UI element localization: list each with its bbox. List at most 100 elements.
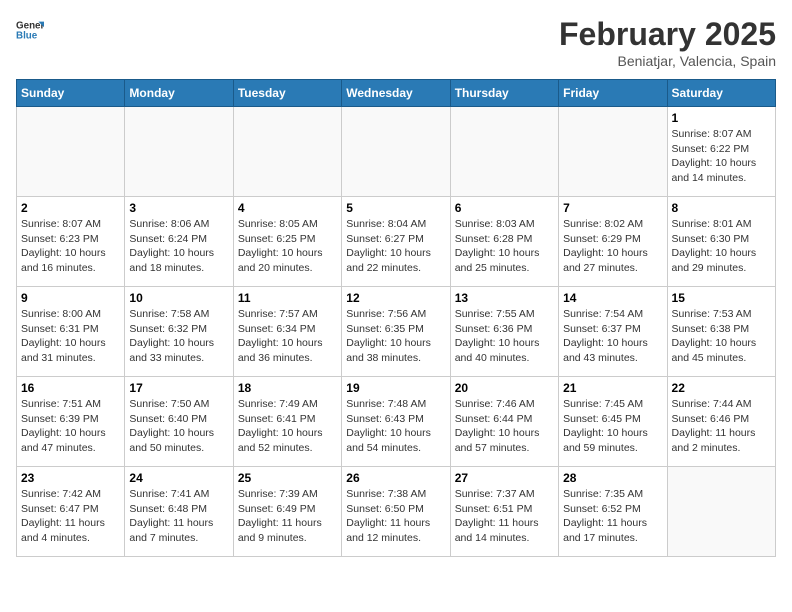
table-row: 7 Sunrise: 8:02 AMSunset: 6:29 PMDaylight… — [559, 197, 667, 287]
table-row: 27 Sunrise: 7:37 AMSunset: 6:51 PMDayligh… — [450, 467, 558, 557]
table-row: 6 Sunrise: 8:03 AMSunset: 6:28 PMDaylight… — [450, 197, 558, 287]
table-row — [667, 467, 775, 557]
table-row: 22 Sunrise: 7:44 AMSunset: 6:46 PMDayligh… — [667, 377, 775, 467]
table-row: 26 Sunrise: 7:38 AMSunset: 6:50 PMDayligh… — [342, 467, 450, 557]
logo: General Blue — [16, 16, 44, 44]
table-row — [342, 107, 450, 197]
table-row — [125, 107, 233, 197]
calendar-header-row: Sunday Monday Tuesday Wednesday Thursday… — [17, 80, 776, 107]
table-row: 3Sunrise: 8:06 AMSunset: 6:24 PMDaylight… — [125, 197, 233, 287]
day-number: 15 — [672, 291, 771, 305]
table-row: 19 Sunrise: 7:48 AMSunset: 6:43 PMDayligh… — [342, 377, 450, 467]
day-number: 18 — [238, 381, 337, 395]
table-row: 20 Sunrise: 7:46 AMSunset: 6:44 PMDayligh… — [450, 377, 558, 467]
table-row: 2 Sunrise: 8:07 AMSunset: 6:23 PMDaylight… — [17, 197, 125, 287]
table-row: 23 Sunrise: 7:42 AMSunset: 6:47 PMDayligh… — [17, 467, 125, 557]
day-info: Sunrise: 8:01 AMSunset: 6:30 PMDaylight:… — [672, 217, 771, 276]
day-info: Sunrise: 7:54 AMSunset: 6:37 PMDaylight:… — [563, 307, 662, 366]
day-info: Sunrise: 8:00 AMSunset: 6:31 PMDaylight:… — [21, 307, 120, 366]
day-number: 25 — [238, 471, 337, 485]
calendar-week-row: 1 Sunrise: 8:07 AMSunset: 6:22 PMDaylight… — [17, 107, 776, 197]
table-row: 25 Sunrise: 7:39 AMSunset: 6:49 PMDayligh… — [233, 467, 341, 557]
table-row — [559, 107, 667, 197]
table-row: 24 Sunrise: 7:41 AMSunset: 6:48 PMDayligh… — [125, 467, 233, 557]
table-row: 11Sunrise: 7:57 AMSunset: 6:34 PMDayligh… — [233, 287, 341, 377]
day-info: Sunrise: 8:06 AMSunset: 6:24 PMDaylight:… — [129, 217, 228, 276]
table-row: 12 Sunrise: 7:56 AMSunset: 6:35 PMDayligh… — [342, 287, 450, 377]
location-subtitle: Beniatjar, Valencia, Spain — [559, 53, 776, 69]
logo-icon: General Blue — [16, 16, 44, 44]
day-number: 22 — [672, 381, 771, 395]
svg-text:Blue: Blue — [16, 30, 38, 41]
calendar-table: Sunday Monday Tuesday Wednesday Thursday… — [16, 79, 776, 557]
table-row: 18 Sunrise: 7:49 AMSunset: 6:41 PMDayligh… — [233, 377, 341, 467]
table-row: 15 Sunrise: 7:53 AMSunset: 6:38 PMDayligh… — [667, 287, 775, 377]
day-info: Sunrise: 7:51 AMSunset: 6:39 PMDaylight:… — [21, 397, 120, 456]
day-info: Sunrise: 8:02 AMSunset: 6:29 PMDaylight:… — [563, 217, 662, 276]
calendar-week-row: 16Sunrise: 7:51 AMSunset: 6:39 PMDayligh… — [17, 377, 776, 467]
calendar-week-row: 2 Sunrise: 8:07 AMSunset: 6:23 PMDaylight… — [17, 197, 776, 287]
day-info: Sunrise: 7:38 AMSunset: 6:50 PMDaylight:… — [346, 487, 445, 546]
header: General Blue February 2025 Beniatjar, Va… — [16, 16, 776, 69]
day-number: 17 — [129, 381, 228, 395]
day-info: Sunrise: 7:44 AMSunset: 6:46 PMDaylight:… — [672, 397, 771, 456]
day-info: Sunrise: 7:57 AMSunset: 6:34 PMDaylight:… — [238, 307, 337, 366]
table-row: 9 Sunrise: 8:00 AMSunset: 6:31 PMDaylight… — [17, 287, 125, 377]
day-number: 19 — [346, 381, 445, 395]
day-number: 1 — [672, 111, 771, 125]
col-tuesday: Tuesday — [233, 80, 341, 107]
day-info: Sunrise: 7:53 AMSunset: 6:38 PMDaylight:… — [672, 307, 771, 366]
day-info: Sunrise: 7:48 AMSunset: 6:43 PMDaylight:… — [346, 397, 445, 456]
table-row: 21 Sunrise: 7:45 AMSunset: 6:45 PMDayligh… — [559, 377, 667, 467]
day-info: Sunrise: 8:07 AMSunset: 6:23 PMDaylight:… — [21, 217, 120, 276]
day-info: Sunrise: 8:07 AMSunset: 6:22 PMDaylight:… — [672, 127, 771, 186]
day-number: 2 — [21, 201, 120, 215]
day-info: Sunrise: 7:39 AMSunset: 6:49 PMDaylight:… — [238, 487, 337, 546]
table-row: 13Sunrise: 7:55 AMSunset: 6:36 PMDayligh… — [450, 287, 558, 377]
table-row: 5 Sunrise: 8:04 AMSunset: 6:27 PMDaylight… — [342, 197, 450, 287]
day-number: 27 — [455, 471, 554, 485]
day-number: 12 — [346, 291, 445, 305]
month-title: February 2025 — [559, 16, 776, 53]
col-wednesday: Wednesday — [342, 80, 450, 107]
col-friday: Friday — [559, 80, 667, 107]
day-info: Sunrise: 7:50 AMSunset: 6:40 PMDaylight:… — [129, 397, 228, 456]
day-info: Sunrise: 8:04 AMSunset: 6:27 PMDaylight:… — [346, 217, 445, 276]
table-row: 17 Sunrise: 7:50 AMSunset: 6:40 PMDayligh… — [125, 377, 233, 467]
day-info: Sunrise: 7:49 AMSunset: 6:41 PMDaylight:… — [238, 397, 337, 456]
day-number: 8 — [672, 201, 771, 215]
table-row — [17, 107, 125, 197]
day-number: 13 — [455, 291, 554, 305]
calendar-week-row: 23 Sunrise: 7:42 AMSunset: 6:47 PMDayligh… — [17, 467, 776, 557]
day-number: 21 — [563, 381, 662, 395]
day-number: 24 — [129, 471, 228, 485]
table-row: 4 Sunrise: 8:05 AMSunset: 6:25 PMDaylight… — [233, 197, 341, 287]
day-info: Sunrise: 7:46 AMSunset: 6:44 PMDaylight:… — [455, 397, 554, 456]
day-info: Sunrise: 7:56 AMSunset: 6:35 PMDaylight:… — [346, 307, 445, 366]
day-info: Sunrise: 7:35 AMSunset: 6:52 PMDaylight:… — [563, 487, 662, 546]
day-number: 10 — [129, 291, 228, 305]
table-row: 10Sunrise: 7:58 AMSunset: 6:32 PMDayligh… — [125, 287, 233, 377]
day-info: Sunrise: 8:03 AMSunset: 6:28 PMDaylight:… — [455, 217, 554, 276]
day-info: Sunrise: 8:05 AMSunset: 6:25 PMDaylight:… — [238, 217, 337, 276]
table-row: 1 Sunrise: 8:07 AMSunset: 6:22 PMDaylight… — [667, 107, 775, 197]
table-row: 8 Sunrise: 8:01 AMSunset: 6:30 PMDaylight… — [667, 197, 775, 287]
day-number: 26 — [346, 471, 445, 485]
day-info: Sunrise: 7:45 AMSunset: 6:45 PMDaylight:… — [563, 397, 662, 456]
day-number: 4 — [238, 201, 337, 215]
day-info: Sunrise: 7:37 AMSunset: 6:51 PMDaylight:… — [455, 487, 554, 546]
day-number: 28 — [563, 471, 662, 485]
col-monday: Monday — [125, 80, 233, 107]
day-number: 20 — [455, 381, 554, 395]
day-number: 6 — [455, 201, 554, 215]
day-info: Sunrise: 7:42 AMSunset: 6:47 PMDaylight:… — [21, 487, 120, 546]
table-row: 14Sunrise: 7:54 AMSunset: 6:37 PMDayligh… — [559, 287, 667, 377]
table-row — [233, 107, 341, 197]
day-number: 9 — [21, 291, 120, 305]
col-saturday: Saturday — [667, 80, 775, 107]
day-number: 23 — [21, 471, 120, 485]
table-row — [450, 107, 558, 197]
day-info: Sunrise: 7:41 AMSunset: 6:48 PMDaylight:… — [129, 487, 228, 546]
day-number: 7 — [563, 201, 662, 215]
day-number: 5 — [346, 201, 445, 215]
